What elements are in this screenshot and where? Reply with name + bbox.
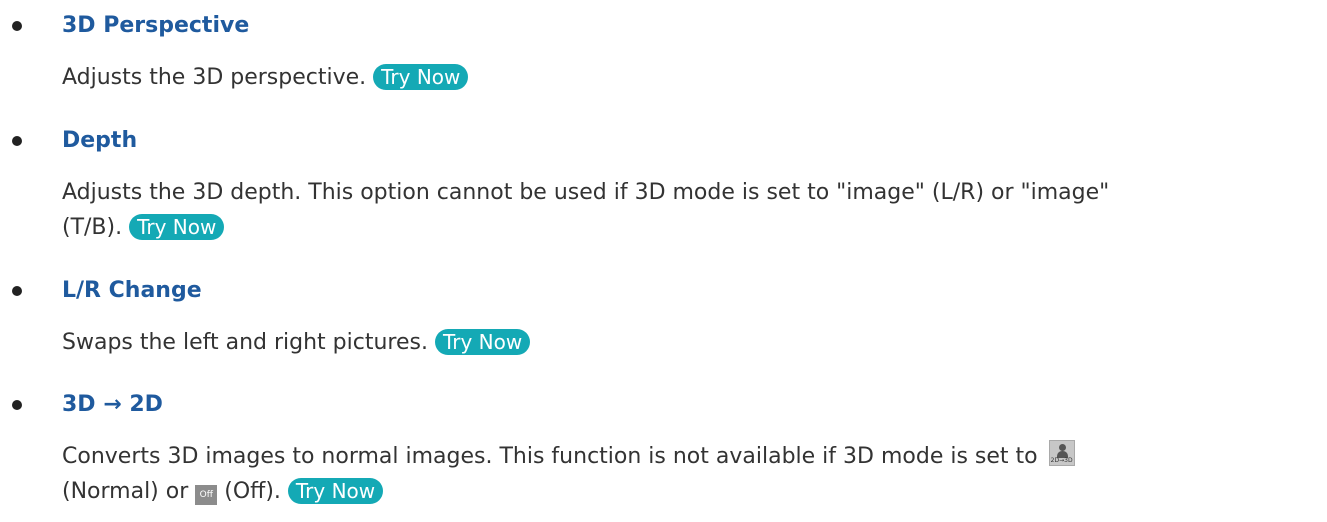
- bullet-icon: [12, 400, 22, 410]
- description-line: (T/B). Try Now: [62, 210, 1312, 245]
- 2d-to-3d-mode-icon: 2D→3D: [1048, 440, 1075, 466]
- description-text: Swaps the left and right pictures.: [62, 330, 428, 355]
- item-description: Converts 3D images to normal images. Thi…: [62, 439, 1312, 509]
- try-now-button[interactable]: Try Now: [287, 478, 384, 504]
- item-title: Depth: [62, 128, 138, 153]
- description-text: (T/B).: [62, 215, 123, 240]
- item-title: 3D Perspective: [62, 13, 250, 38]
- bullet-icon: [12, 21, 22, 31]
- try-now-button[interactable]: Try Now: [434, 329, 531, 355]
- item-title: 3D → 2D: [62, 392, 163, 417]
- description-line: Adjusts the 3D depth. This option cannot…: [62, 180, 1110, 205]
- description-text: Adjusts the 3D perspective.: [62, 65, 367, 90]
- description-text: (Normal) or: [62, 479, 189, 504]
- description-text: Converts 3D images to normal images. Thi…: [62, 444, 1038, 469]
- bullet-icon: [12, 136, 22, 146]
- try-now-button[interactable]: Try Now: [373, 64, 469, 90]
- document: 3D Perspective Adjusts the 3D perspectiv…: [0, 0, 1327, 522]
- off-mode-icon: Off: [195, 485, 218, 505]
- 2d-to-3d-icon-label: 2D→3D: [1050, 457, 1073, 464]
- item-description: Adjusts the 3D perspective. Try Now: [62, 60, 1312, 95]
- bullet-icon: [12, 286, 22, 296]
- item-description: Swaps the left and right pictures. Try N…: [62, 325, 1312, 360]
- description-line: (Normal) or Off (Off). Try Now: [62, 474, 1312, 509]
- item-title: L/R Change: [62, 278, 202, 303]
- person-head-shape: [1058, 444, 1066, 451]
- description-line: Converts 3D images to normal images. Thi…: [62, 439, 1312, 474]
- item-description: Adjusts the 3D depth. This option cannot…: [62, 175, 1312, 245]
- description-text: (Off).: [224, 479, 281, 504]
- try-now-button[interactable]: Try Now: [129, 214, 225, 240]
